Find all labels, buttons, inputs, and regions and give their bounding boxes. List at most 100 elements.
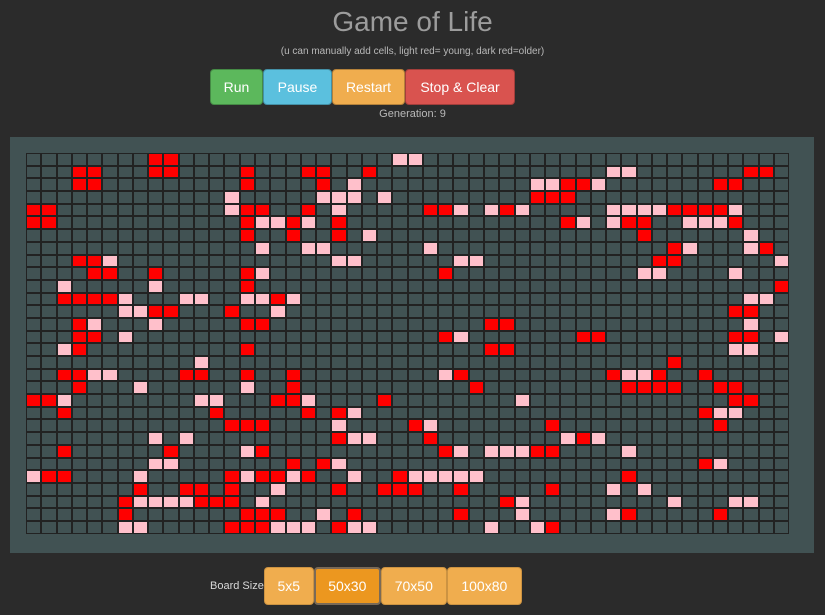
board-cell[interactable]: [621, 305, 637, 318]
board-cell[interactable]: [178, 470, 194, 483]
board-cell[interactable]: [667, 267, 683, 280]
board-cell[interactable]: [743, 292, 759, 306]
board-cell[interactable]: [71, 330, 88, 344]
board-cell[interactable]: [774, 279, 790, 293]
board-cell[interactable]: [87, 292, 103, 306]
board-cell[interactable]: [87, 203, 103, 217]
board-cell[interactable]: [148, 495, 164, 509]
board-cell[interactable]: [743, 254, 759, 268]
board-cell[interactable]: [193, 419, 210, 433]
board-cell[interactable]: [728, 356, 744, 369]
board-cell[interactable]: [606, 165, 622, 179]
board-cell[interactable]: [712, 153, 729, 166]
board-cell[interactable]: [71, 153, 88, 166]
board-cell[interactable]: [361, 203, 378, 217]
board-cell[interactable]: [148, 317, 164, 331]
board-cell[interactable]: [575, 368, 591, 382]
board-cell[interactable]: [636, 317, 652, 331]
board-cell[interactable]: [148, 165, 164, 179]
board-cell[interactable]: [270, 508, 286, 521]
board-cell[interactable]: [545, 381, 561, 395]
board-cell[interactable]: [209, 267, 225, 280]
board-cell[interactable]: [483, 178, 500, 192]
board-cell[interactable]: [606, 229, 622, 242]
board-cell[interactable]: [407, 317, 423, 331]
board-cell[interactable]: [483, 229, 500, 242]
board-cell[interactable]: [270, 330, 286, 344]
board-cell[interactable]: [667, 317, 683, 331]
board-cell[interactable]: [209, 508, 225, 521]
board-cell[interactable]: [148, 203, 164, 217]
board-cell[interactable]: [316, 178, 332, 192]
board-cell[interactable]: [453, 394, 469, 407]
board-cell[interactable]: [285, 495, 301, 509]
board-cell[interactable]: [117, 343, 133, 356]
board-cell[interactable]: [529, 482, 546, 496]
board-cell[interactable]: [606, 470, 622, 483]
board-cell[interactable]: [300, 279, 317, 293]
board-cell[interactable]: [346, 432, 362, 445]
board-cell[interactable]: [468, 432, 484, 445]
board-cell[interactable]: [300, 317, 317, 331]
board-cell[interactable]: [636, 267, 652, 280]
board-cell[interactable]: [743, 178, 759, 192]
board-cell[interactable]: [346, 330, 362, 344]
board-cell[interactable]: [682, 305, 698, 318]
board-cell[interactable]: [117, 495, 133, 509]
board-cell[interactable]: [758, 292, 775, 306]
board-cell[interactable]: [560, 254, 576, 268]
board-cell[interactable]: [132, 419, 149, 433]
board-cell[interactable]: [667, 508, 683, 521]
board-cell[interactable]: [621, 203, 637, 217]
board-cell[interactable]: [392, 419, 408, 433]
board-cell[interactable]: [209, 495, 225, 509]
board-cell[interactable]: [254, 279, 271, 293]
board-cell[interactable]: [636, 241, 652, 255]
board-cell[interactable]: [606, 444, 622, 458]
board-cell[interactable]: [239, 406, 255, 420]
board-cell[interactable]: [712, 482, 729, 496]
board-cell[interactable]: [117, 432, 133, 445]
board-cell[interactable]: [667, 305, 683, 318]
board-cell[interactable]: [361, 153, 378, 166]
board-cell[interactable]: [407, 305, 423, 318]
board-cell[interactable]: [422, 520, 439, 534]
board-cell[interactable]: [117, 419, 133, 433]
board-cell[interactable]: [178, 165, 194, 179]
board-cell[interactable]: [117, 317, 133, 331]
board-cell[interactable]: [117, 508, 133, 521]
board-cell[interactable]: [529, 241, 546, 255]
board-cell[interactable]: [621, 381, 637, 395]
board-cell[interactable]: [758, 381, 775, 395]
board-cell[interactable]: [285, 444, 301, 458]
board-cell[interactable]: [774, 520, 790, 534]
board-cell[interactable]: [377, 482, 393, 496]
board-cell[interactable]: [193, 292, 210, 306]
board-cell[interactable]: [560, 292, 576, 306]
board-cell[interactable]: [331, 153, 347, 166]
board-cell[interactable]: [26, 343, 42, 356]
board-cell[interactable]: [621, 520, 637, 534]
board-cell[interactable]: [148, 457, 164, 471]
board-cell[interactable]: [285, 406, 301, 420]
board-cell[interactable]: [117, 330, 133, 344]
board-cell[interactable]: [346, 495, 362, 509]
board-cell[interactable]: [636, 203, 652, 217]
board-cell[interactable]: [87, 241, 103, 255]
board-cell[interactable]: [56, 165, 72, 179]
board-cell[interactable]: [132, 279, 149, 293]
board-cell[interactable]: [606, 153, 622, 166]
board-cell[interactable]: [453, 470, 469, 483]
board-cell[interactable]: [56, 292, 72, 306]
board-cell[interactable]: [41, 419, 57, 433]
board-cell[interactable]: [209, 317, 225, 331]
board-cell[interactable]: [56, 444, 72, 458]
board-cell[interactable]: [438, 368, 454, 382]
board-cell[interactable]: [300, 229, 317, 242]
board-cell[interactable]: [667, 330, 683, 344]
board-cell[interactable]: [560, 241, 576, 255]
board-cell[interactable]: [545, 406, 561, 420]
board-cell[interactable]: [254, 153, 271, 166]
board-cell[interactable]: [636, 470, 652, 483]
board-cell[interactable]: [316, 394, 332, 407]
